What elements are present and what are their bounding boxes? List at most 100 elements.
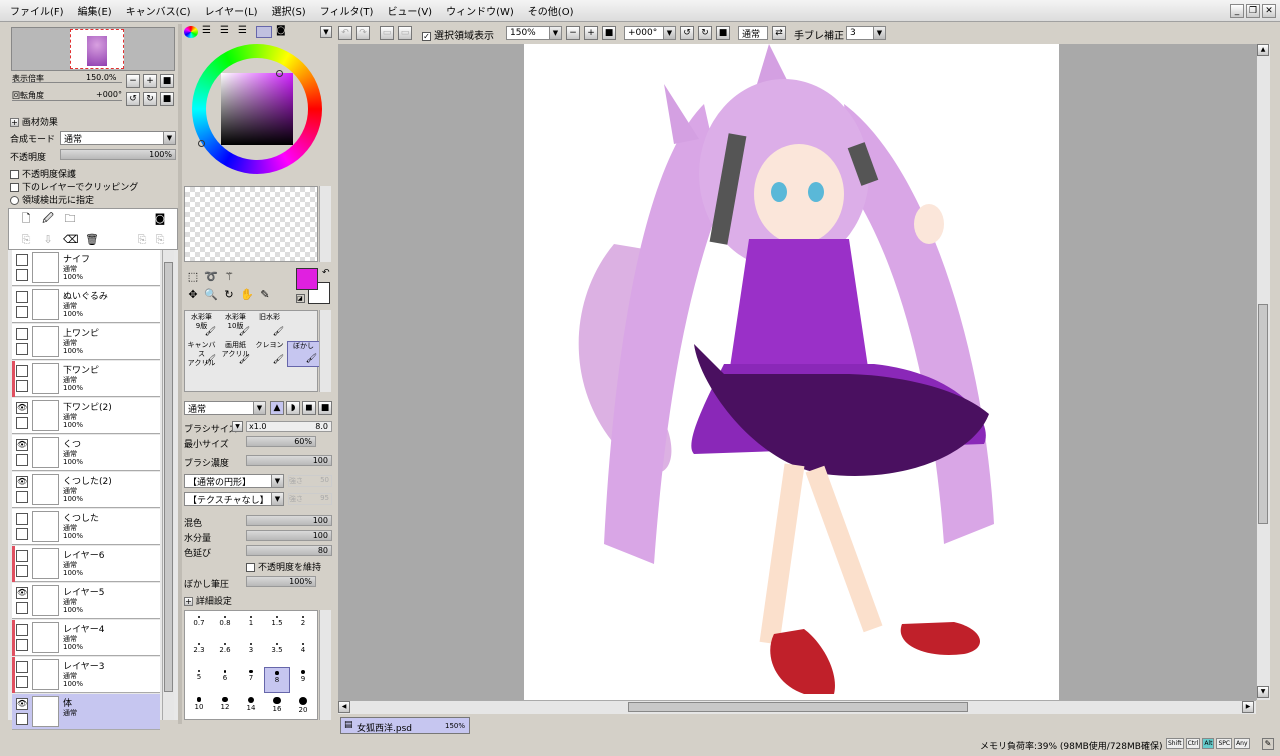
keep-opacity-checkbox[interactable] — [246, 563, 255, 572]
rotate-left-button[interactable]: ↺ — [126, 92, 140, 106]
zoom-slider[interactable] — [12, 82, 122, 85]
size-preset[interactable]: 3 — [238, 640, 264, 666]
saturation-value-square[interactable] — [221, 73, 293, 145]
visibility-toggle[interactable] — [16, 624, 28, 636]
scroll-right-icon[interactable]: ▶ — [1242, 701, 1254, 713]
zoom-reset-button[interactable]: ■ — [160, 74, 174, 88]
expand-icon[interactable]: + — [184, 597, 193, 606]
blend-select[interactable]: 通常 ▼ — [60, 131, 176, 145]
size-preset[interactable]: 10 — [186, 694, 212, 720]
move-icon[interactable]: ✥ — [186, 288, 200, 302]
size-preset[interactable]: 5 — [186, 667, 212, 693]
size-preset[interactable]: 3.5 — [264, 640, 290, 666]
size-preset[interactable]: 1.5 — [264, 613, 290, 639]
brush-mode-select[interactable]: 通常 ▼ — [184, 401, 266, 415]
lock-toggle[interactable] — [16, 269, 28, 281]
menu-item[interactable]: ウィンドウ(W) — [446, 3, 514, 18]
clear-layer-icon[interactable]: ⌫ — [63, 233, 79, 247]
menu-item[interactable]: ファイル(F) — [10, 3, 64, 18]
restore-icon[interactable]: ❐ — [1246, 4, 1260, 18]
eye-icon[interactable]: 👁 — [16, 587, 28, 599]
menu-item[interactable]: 編集(E) — [78, 3, 112, 18]
menu-item[interactable]: レイヤー(L) — [204, 3, 257, 18]
zoom-in-button[interactable]: + — [143, 74, 157, 88]
rect-select-icon[interactable]: ⬚ — [186, 270, 200, 284]
layer-row[interactable]: ナイフ 通常 100% — [12, 250, 160, 286]
visibility-toggle[interactable] — [16, 254, 28, 266]
rotate-right-button[interactable]: ↻ — [698, 26, 712, 40]
keep-opacity-option[interactable]: 不透明度を維持 — [246, 560, 321, 573]
visibility-toggle[interactable] — [16, 661, 28, 673]
visibility-toggle[interactable] — [16, 365, 28, 377]
layer-mask-icon[interactable]: ◙ — [153, 212, 167, 226]
menu-item[interactable]: 選択(S) — [272, 3, 306, 18]
close-icon[interactable]: ✕ — [1262, 4, 1276, 18]
lock-toggle[interactable] — [16, 565, 28, 577]
clip-option[interactable]: 下のレイヤーでクリッピング — [10, 180, 138, 193]
brush-slot[interactable] — [287, 313, 320, 339]
size-preset[interactable]: 14 — [238, 694, 264, 720]
hue-marker[interactable] — [276, 70, 283, 77]
menu-item[interactable]: その他(O) — [528, 3, 574, 18]
lock-toggle[interactable] — [16, 380, 28, 392]
water-slider[interactable]: 100 — [246, 530, 332, 541]
blur-slider[interactable]: 100% — [246, 576, 316, 587]
zoom-in-button[interactable]: + — [584, 26, 598, 40]
layer-row[interactable]: くつした 通常 100% — [12, 509, 160, 545]
min-size-slider[interactable]: 60% — [246, 436, 316, 447]
lock-toggle[interactable] — [16, 454, 28, 466]
protect-checkbox[interactable] — [10, 170, 19, 179]
new-folder-icon[interactable]: 🗀 — [63, 212, 77, 226]
size-preset[interactable]: 9 — [290, 667, 316, 693]
zoom-out-button[interactable]: − — [126, 74, 140, 88]
lock-toggle[interactable] — [16, 343, 28, 355]
brush-slot[interactable]: キャンバス アクリル 🖌 — [185, 341, 218, 367]
hsv-slider-tab-icon[interactable]: ☰ — [220, 26, 234, 38]
shape-strength[interactable]: 強さ 50 — [288, 475, 332, 487]
scratchpad-tab-icon[interactable]: ◙ — [276, 26, 290, 38]
size-preset[interactable]: 1 — [238, 613, 264, 639]
size-preset[interactable]: 6 — [212, 667, 238, 693]
scroll-down-icon[interactable]: ▼ — [1257, 686, 1269, 698]
gradient-tab-icon[interactable]: ☰ — [238, 26, 252, 38]
shape-select[interactable]: 【通常の円形】 ▼ — [184, 474, 284, 488]
edge-mid-icon[interactable]: ◗ — [286, 401, 300, 415]
zoom-reset-button[interactable]: ■ — [602, 26, 616, 40]
eye-icon[interactable]: 👁 — [16, 439, 28, 451]
lock-toggle[interactable] — [16, 528, 28, 540]
clip-checkbox[interactable] — [10, 183, 19, 192]
size-preset[interactable]: 2.3 — [186, 640, 212, 666]
layer-row[interactable]: ぬいぐるみ 通常 100% — [12, 287, 160, 323]
flip-icon[interactable]: ⇄ — [772, 26, 786, 40]
canvas-hscroll-thumb[interactable] — [628, 702, 968, 712]
menu-item[interactable]: キャンバス(C) — [126, 3, 191, 18]
layer-row[interactable]: 上ワンピ 通常 100% — [12, 324, 160, 360]
navigator-preview[interactable] — [11, 27, 175, 71]
size-scrollbar[interactable] — [319, 610, 331, 720]
canvas-hscroll[interactable]: ◀ ▶ — [338, 700, 1256, 714]
canvas-document[interactable] — [524, 44, 1059, 700]
edge-max-icon[interactable]: ■ — [318, 401, 332, 415]
swap-colors-icon[interactable]: ↶ — [322, 268, 330, 278]
navigator-viewport[interactable] — [70, 29, 124, 69]
eye-icon[interactable]: 👁 — [16, 402, 28, 414]
visibility-toggle[interactable] — [16, 328, 28, 340]
layer-row[interactable]: レイヤー3 通常 100% — [12, 657, 160, 693]
rotate-right-button[interactable]: ↻ — [143, 92, 157, 106]
texture-select[interactable]: 【テクスチャなし】 ▼ — [184, 492, 284, 506]
lock-toggle[interactable] — [16, 713, 28, 725]
menu-item[interactable]: フィルタ(T) — [320, 3, 374, 18]
layer-row[interactable]: 👁 くつした(2) 通常 100% — [12, 472, 160, 508]
canvas-vscroll[interactable]: ▲ ▼ — [1256, 44, 1270, 700]
opacity-slider[interactable]: 100% — [60, 149, 176, 160]
effect-header[interactable]: + 画材効果 — [10, 115, 58, 128]
color-wheel[interactable] — [192, 44, 322, 174]
primary-color-swatch[interactable] — [296, 268, 318, 290]
size-preset[interactable]: 8 — [264, 667, 290, 693]
lock-toggle[interactable] — [16, 491, 28, 503]
transparent-color-icon[interactable]: ◪ — [296, 294, 305, 303]
edge-soft-icon[interactable]: ▲ — [270, 401, 284, 415]
select-src-option[interactable]: 領域検出元に指定 — [10, 193, 94, 206]
select-src-radio[interactable] — [10, 196, 19, 205]
size-preset[interactable]: 16 — [264, 694, 290, 720]
